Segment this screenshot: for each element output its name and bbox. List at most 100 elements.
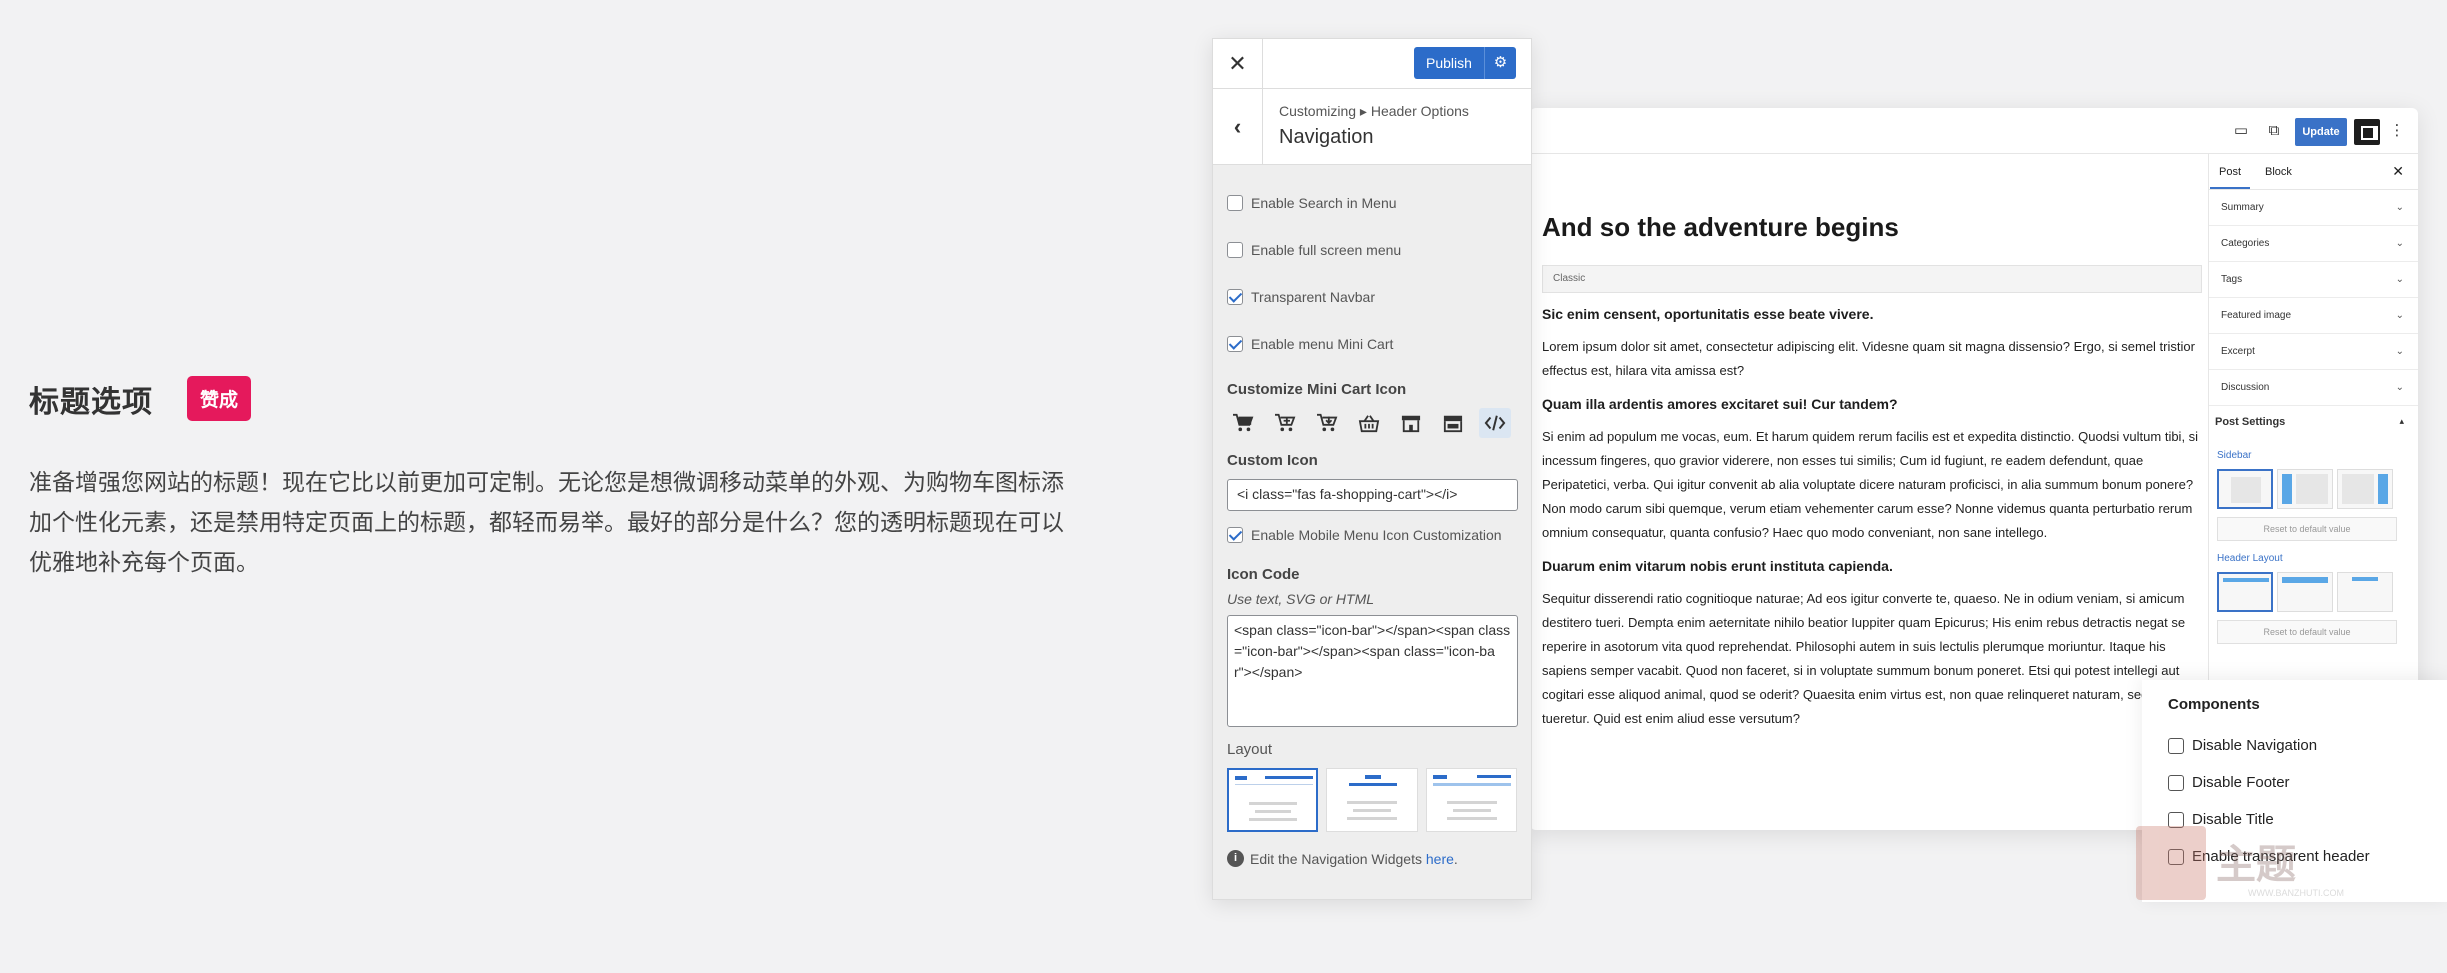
update-button[interactable]: Update [2295, 118, 2347, 146]
components-title: Components [2168, 696, 2260, 713]
layout-left-sidebar[interactable] [2277, 469, 2333, 509]
classic-block-label: Classic [1542, 265, 2202, 293]
watermark-url: WWW.BANZHUTI.COM [2248, 888, 2344, 898]
reset-default-button[interactable]: Reset to default value [2217, 620, 2397, 644]
feature-description: 准备增强您网站的标题！现在它比以前更加可定制。无论您是想微调移动菜单的外观、为购… [29, 470, 1064, 576]
panel-featured-image[interactable]: Featured image ⌄ [2209, 298, 2418, 334]
close-icon[interactable]: ✕ [1213, 39, 1263, 89]
mobile-menu-icon-option[interactable]: Enable Mobile Menu Icon Customization [1227, 511, 1517, 558]
back-arrow-icon[interactable]: ‹ [1213, 89, 1263, 165]
layout-options [1227, 768, 1517, 832]
paragraph-bold[interactable]: Duarum enim vitarum nobis erunt institut… [1542, 557, 2202, 575]
store-alt-icon[interactable] [1437, 408, 1469, 438]
paragraph-bold[interactable]: Quam illa ardentis amores excitaret sui!… [1542, 395, 2202, 413]
checkbox-checked[interactable] [1227, 335, 1243, 352]
paragraph[interactable]: Lorem ipsum dolor sit amet, consectetur … [1542, 335, 2202, 383]
info-icon: i [1227, 850, 1244, 867]
custom-icon-input[interactable]: <i class="fas fa-shopping-cart"></i> [1227, 479, 1518, 511]
custom-icon-label: Custom Icon [1227, 452, 1318, 469]
watermark-seal [2136, 826, 2206, 900]
customizer-topbar: ✕ Publish ⚙ [1213, 39, 1531, 89]
section-title: Navigation [1279, 126, 1374, 148]
disable-footer-option[interactable]: Disable Footer [2168, 764, 2421, 801]
header-layout-options [2209, 572, 2418, 612]
enable-search-option[interactable]: Enable Search in Menu [1227, 179, 1517, 226]
shopping-basket-icon[interactable] [1353, 408, 1385, 438]
panel-categories[interactable]: Categories ⌄ [2209, 226, 2418, 262]
gear-icon[interactable]: ⚙ [1484, 47, 1516, 79]
checkbox[interactable] [2168, 774, 2184, 791]
header-layout-label: Header Layout [2217, 553, 2283, 564]
transparent-navbar-option[interactable]: Transparent Navbar [1227, 273, 1517, 320]
checkbox-checked[interactable] [1227, 526, 1243, 543]
tab-block[interactable]: Block [2265, 166, 2292, 178]
panel-excerpt[interactable]: Excerpt ⌄ [2209, 334, 2418, 370]
disable-navigation-option[interactable]: Disable Navigation [2168, 727, 2421, 764]
chevron-down-icon: ⌄ [2395, 238, 2404, 249]
icon-code-textarea[interactable]: <span class="icon-bar"></span><span clas… [1227, 615, 1518, 727]
sidebar-tabs: Post Block ✕ [2209, 154, 2418, 190]
enable-mini-cart-option[interactable]: Enable menu Mini Cart [1227, 320, 1517, 367]
chevron-down-icon: ⌄ [2395, 310, 2404, 321]
header-layout-3[interactable] [2337, 572, 2393, 612]
layout-option-1[interactable] [1227, 768, 1319, 832]
enable-fullscreen-menu-option[interactable]: Enable full screen menu [1227, 226, 1517, 273]
panel-discussion[interactable]: Discussion ⌄ [2209, 370, 2418, 406]
watermark-logo: 主题 WWW.BANZHUTI.COM [2136, 826, 2366, 902]
panel-tags[interactable]: Tags ⌄ [2209, 262, 2418, 298]
editor-toolbar: ▭ ⧉ Update ⋮ [1530, 108, 2418, 154]
paragraph-bold[interactable]: Sic enim censent, oportunitatis esse bea… [1542, 305, 2202, 323]
feature-heading-row: 标题选项 赞成 [29, 376, 1089, 421]
chevron-down-icon: ⌄ [2395, 202, 2404, 213]
feature-copy: 标题选项 赞成 准备增强您网站的标题！现在它比以前更加可定制。无论您是想微调移动… [29, 376, 1089, 583]
panel-summary[interactable]: Summary ⌄ [2209, 190, 2418, 226]
checkbox[interactable] [1227, 194, 1243, 211]
cart-icon-picker [1227, 408, 1517, 438]
post-settings-heading[interactable]: Post Settings ▴ [2209, 406, 2418, 438]
settings-sidebar-toggle[interactable] [2354, 119, 2380, 145]
code-icon[interactable] [1479, 408, 1511, 438]
cart-plus-icon[interactable] [1269, 408, 1301, 438]
sidebar-layout-options [2209, 469, 2418, 509]
publish-button[interactable]: Publish ⚙ [1414, 47, 1516, 79]
header-layout-2[interactable] [2277, 572, 2333, 612]
layout-option-2[interactable] [1326, 768, 1418, 832]
layout-label: Layout [1227, 741, 1273, 758]
cart-arrow-down-icon[interactable] [1311, 408, 1343, 438]
external-link-icon[interactable]: ⧉ [2263, 120, 2285, 142]
paragraph[interactable]: Sequitur disserendi ratio cognitioque na… [1542, 587, 2202, 731]
header-layout-1[interactable] [2217, 572, 2273, 612]
icon-code-label: Icon Code [1227, 566, 1300, 583]
navigation-widgets-note: i Edit the Navigation Widgets here. [1227, 850, 1517, 867]
more-options-icon[interactable]: ⋮ [2386, 120, 2408, 142]
pro-badge: 赞成 [187, 376, 252, 421]
layout-no-sidebar[interactable] [2217, 469, 2273, 509]
breadcrumb: Customizing ▸ Header Options [1279, 103, 1469, 119]
icon-code-description: Use text, SVG or HTML [1227, 591, 1375, 607]
layout-right-sidebar[interactable] [2337, 469, 2393, 509]
sidebar-setting-label: Sidebar [2217, 450, 2252, 461]
checkbox-checked[interactable] [1227, 288, 1243, 305]
mini-cart-icon-label: Customize Mini Cart Icon [1227, 381, 1407, 398]
chevron-up-icon: ▴ [2399, 416, 2404, 426]
shopping-cart-icon[interactable] [1227, 408, 1259, 438]
chevron-down-icon: ⌄ [2395, 274, 2404, 285]
checkbox[interactable] [2168, 737, 2184, 754]
widgets-here-link[interactable]: here [1426, 851, 1454, 867]
paragraph[interactable]: Si enim ad populum me vocas, eum. Et har… [1542, 425, 2202, 545]
desktop-preview-icon[interactable]: ▭ [2230, 120, 2252, 142]
store-icon[interactable] [1395, 408, 1427, 438]
post-title[interactable]: And so the adventure begins [1542, 212, 2202, 243]
reset-default-button[interactable]: Reset to default value [2217, 517, 2397, 541]
layout-option-3[interactable] [1425, 768, 1517, 832]
customizer-section-header: ‹ Customizing ▸ Header Options Navigatio… [1213, 89, 1531, 165]
tab-post[interactable]: Post [2209, 166, 2251, 189]
close-icon[interactable]: ✕ [2392, 163, 2404, 180]
customizer-controls: Enable Search in Menu Enable full screen… [1213, 179, 1531, 867]
customizer-panel: ✕ Publish ⚙ ‹ Customizing ▸ Header Optio… [1212, 38, 1532, 900]
watermark-text: 主题 [2216, 842, 2296, 888]
feature-title: 标题选项 [29, 384, 153, 420]
checkbox[interactable] [1227, 241, 1243, 258]
editor-canvas[interactable]: And so the adventure begins Classic Sic … [1542, 154, 2202, 731]
chevron-down-icon: ⌄ [2395, 382, 2404, 393]
